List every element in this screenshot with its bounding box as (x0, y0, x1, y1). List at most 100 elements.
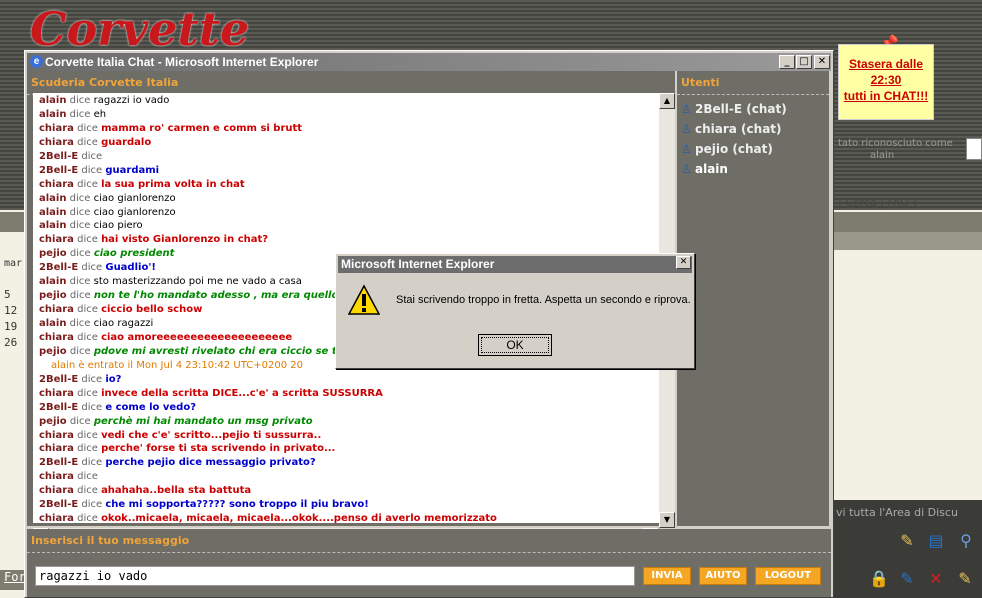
user-item[interactable]: ♙ alain (681, 159, 787, 179)
forum-right-column (834, 210, 982, 500)
note-line: Stasera dalle (848, 57, 924, 71)
user-item[interactable]: ♙ pejio (chat) (681, 139, 787, 159)
user-name: pejio (chat) (695, 142, 773, 156)
ie-icon: e (30, 55, 43, 68)
message-author: pejio (39, 248, 67, 260)
message-verb: dice (69, 415, 91, 427)
sticky-note[interactable]: Stasera dalle 22:30 tutti in CHAT!!! (838, 44, 934, 120)
book-icon[interactable]: ▤ (925, 530, 947, 552)
message-text: ciao ragazzi (93, 318, 154, 329)
minimize-button[interactable]: _ (779, 55, 795, 69)
message-verb: dice (81, 262, 103, 274)
chat-message: 2Bell-E dice e come lo vedo? (39, 402, 659, 414)
delete-icon[interactable]: ✕ (925, 568, 947, 590)
chat-message: chiara dice (39, 471, 659, 483)
lock-icon[interactable]: 🔒 (868, 568, 890, 590)
message-verb: dice (77, 234, 98, 246)
users-pane: Utenti ♙ 2Bell-E (chat) ♙ chiara (chat) ♙ p… (677, 71, 829, 526)
chat-message: alain dice ragazzi io vado (39, 95, 659, 107)
calendar-month: mar (4, 258, 23, 269)
maximize-button[interactable]: □ (796, 55, 812, 69)
scroll-up-arrow[interactable]: ▲ (659, 93, 675, 109)
message-text: perche pejio dice messaggio privato? (105, 457, 316, 469)
message-author: chiara (39, 429, 74, 441)
ok-button[interactable]: OK (478, 334, 552, 356)
window-title: Corvette Italia Chat - Microsoft Interne… (45, 55, 319, 69)
search-icon[interactable]: ⚲ (955, 530, 977, 552)
message-verb: dice (69, 95, 91, 106)
recognized-user: alain (870, 150, 895, 161)
message-verb: dice (77, 331, 98, 343)
message-author: chiara (39, 122, 74, 134)
help-button[interactable]: AIUTO (699, 567, 747, 585)
message-text: eh (93, 108, 107, 120)
message-verb: dice (69, 206, 91, 218)
user-icon: ♙ (681, 122, 692, 136)
user-icon: ♙ (681, 162, 692, 176)
reply-icon[interactable]: ✎ (954, 568, 976, 590)
message-text: okok..micaela, micaela, micaela...okok..… (101, 513, 497, 523)
input-pane: Inserisci il tuo messaggio INVIA AIUTO L… (27, 529, 831, 597)
user-item[interactable]: ♙ 2Bell-E (chat) (681, 99, 787, 119)
message-verb: dice (69, 108, 91, 120)
message-author: 2Bell-E (39, 457, 79, 469)
message-text: ciao gianlorenzo (93, 206, 176, 218)
chat-message: pejio dice perchè mi hai mandato un msg … (39, 416, 659, 428)
send-button[interactable]: INVIA (643, 567, 691, 585)
message-author: alain (39, 276, 67, 288)
forum-band (834, 232, 982, 250)
chat-message: 2Bell-E dice (39, 151, 659, 163)
close-button[interactable]: ✕ (814, 55, 830, 69)
login-button[interactable] (966, 138, 982, 160)
user-item[interactable]: ♙ chiara (chat) (681, 119, 787, 139)
dialog-close-button[interactable]: ✕ (676, 256, 691, 269)
forum-nav-links[interactable]: | Cerca | FAQ ] (838, 196, 917, 209)
message-input[interactable] (35, 566, 635, 586)
message-author: chiara (39, 471, 74, 483)
edit-icon[interactable]: ✎ (896, 530, 918, 552)
message-text: hai visto Gianlorenzo in chat? (101, 234, 269, 246)
message-verb: dice (77, 485, 98, 497)
message-text: perche' forse ti sta scrivendo in privat… (101, 443, 336, 455)
calendar-day: 5 (4, 288, 11, 301)
calendar-day: 12 (4, 304, 18, 317)
message-author: chiara (39, 178, 74, 190)
message-verb: dice (69, 318, 91, 329)
message-verb: dice (69, 220, 91, 232)
message-author: chiara (39, 513, 74, 523)
ok-label: OK (481, 337, 549, 353)
message-text: pdove mi avresti rivelato chi era ciccio… (93, 345, 337, 357)
message-text: guardalo (101, 136, 152, 148)
chat-message: 2Bell-E dice io? (39, 374, 659, 386)
message-verb: dice (69, 345, 91, 357)
message-author: 2Bell-E (39, 164, 79, 176)
message-author: alain (39, 108, 67, 120)
message-text: ciao president (93, 248, 175, 260)
scroll-down-arrow[interactable]: ▼ (659, 512, 675, 528)
message-author: 2Bell-E (39, 150, 79, 162)
message-verb: dice (77, 122, 98, 134)
message-verb: dice (81, 373, 103, 385)
message-author: alain (39, 220, 67, 232)
chat-message: chiara dice invece della scritta DICE...… (39, 388, 659, 400)
message-verb: dice (69, 290, 91, 302)
forum-link[interactable]: For (4, 570, 26, 584)
message-text: perchè mi hai mandato un msg privato (93, 415, 313, 427)
chat-message: 2Bell-E dice perche pejio dice messaggio… (39, 457, 659, 469)
chat-message: chiara dice la sua prima volta in chat (39, 179, 659, 191)
message-verb: dice (81, 401, 103, 413)
compose-icon[interactable]: ✎ (896, 568, 918, 590)
message-author: chiara (39, 234, 74, 246)
message-verb: dice (77, 443, 98, 455)
chat-message: chiara dice mamma ro' carmen e comm si b… (39, 123, 659, 135)
logout-button[interactable]: LOGOUT (755, 567, 821, 585)
message-author: chiara (39, 136, 74, 148)
message-text: sto masterizzando poi me ne vado a casa (93, 276, 302, 288)
message-verb: dice (77, 387, 98, 399)
window-titlebar[interactable]: e Corvette Italia Chat - Microsoft Inter… (27, 53, 831, 71)
user-name: alain (695, 162, 728, 176)
dialog-title[interactable]: Microsoft Internet Explorer (338, 256, 692, 273)
message-text: ciao gianlorenzo (93, 192, 176, 204)
user-name: chiara (chat) (695, 122, 782, 136)
message-text: ahahaha..bella sta battuta (101, 485, 252, 497)
